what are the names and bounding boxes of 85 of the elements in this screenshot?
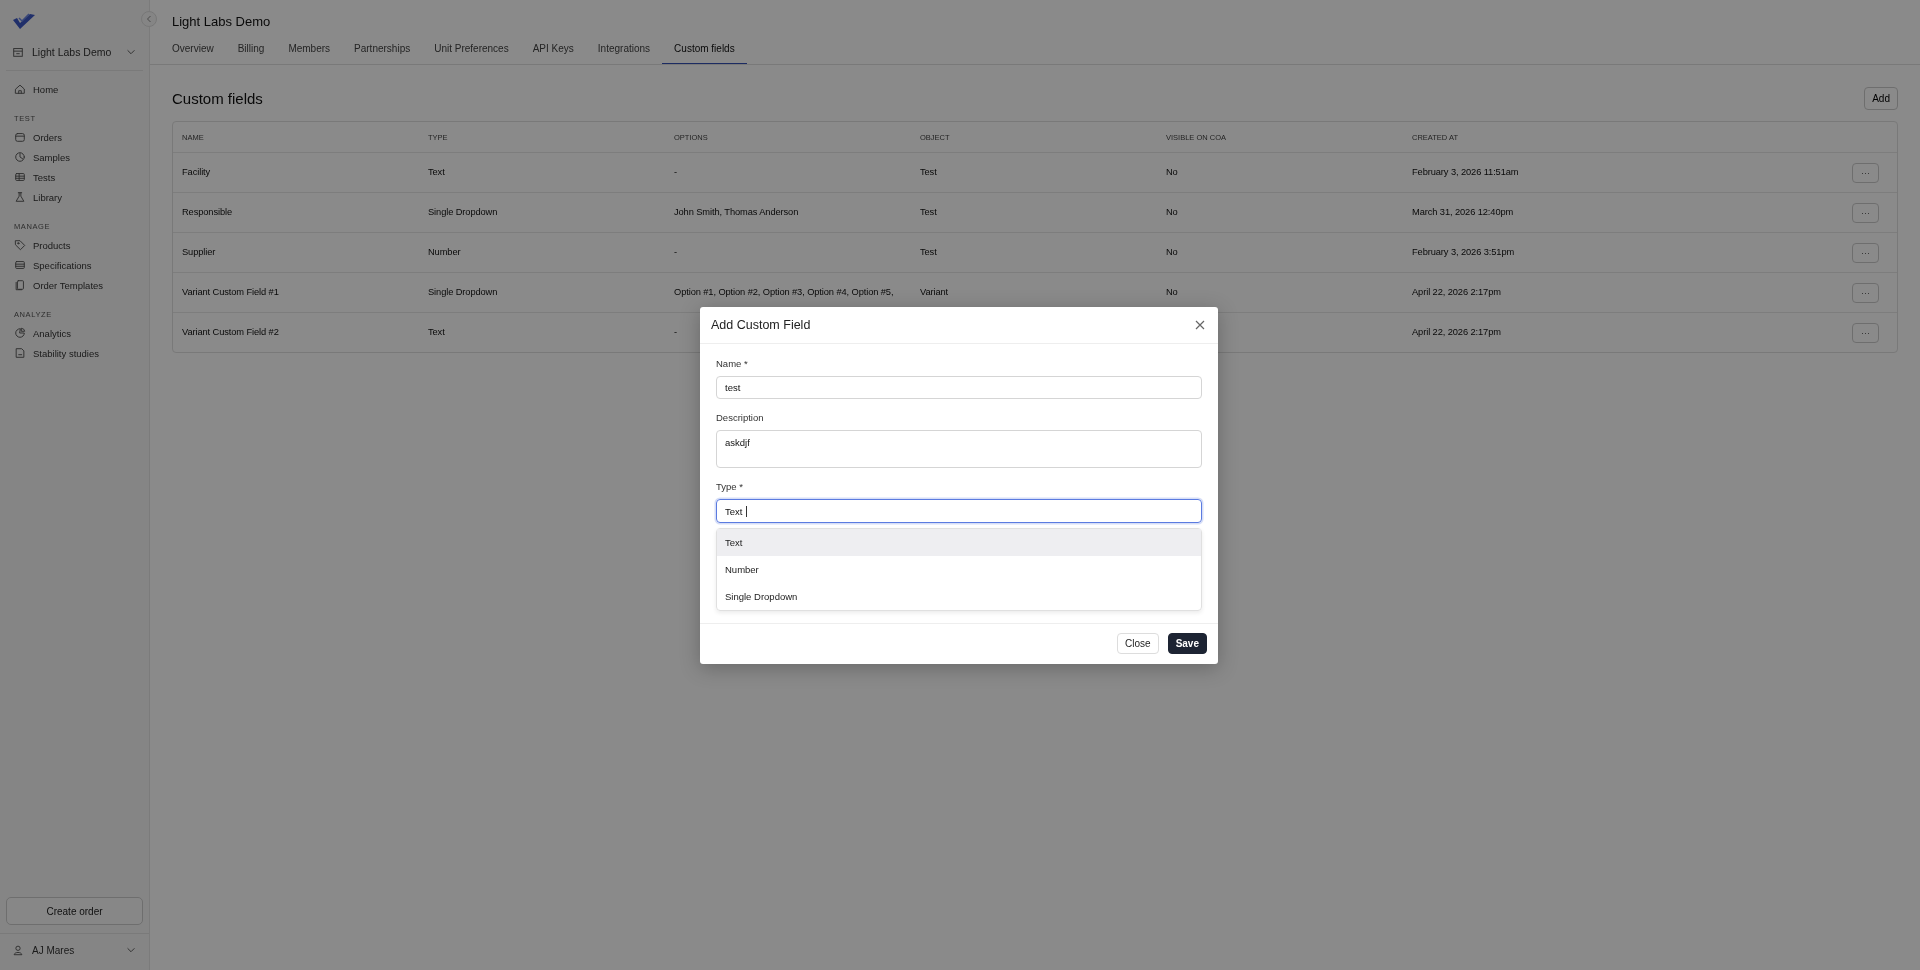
sidebar-item[interactable]: Samples: [6, 147, 143, 167]
more-button[interactable]: ···: [1852, 162, 1879, 183]
table-cell: Single Dropdown: [428, 206, 498, 219]
nav-icon: [14, 151, 26, 163]
nav-icon: [14, 259, 26, 271]
table-cell: Text: [428, 166, 445, 179]
nav-icon: [14, 239, 26, 251]
more-button[interactable]: ···: [1852, 322, 1879, 343]
sidebar-item[interactable]: Tests: [6, 167, 143, 187]
sidebar-item[interactable]: Products: [6, 235, 143, 255]
name-field[interactable]: test: [716, 376, 1202, 399]
table-cell: Single Dropdown: [428, 286, 498, 299]
table-cell: Number: [428, 246, 461, 259]
field-label: Type *: [716, 481, 743, 492]
nav-icon: [14, 131, 26, 143]
chevron-left-icon: [146, 15, 152, 23]
nav-icon: [14, 83, 26, 95]
tab[interactable]: API Keys: [520, 43, 586, 64]
table-cell: Option #1, Option #2, Option #3, Option #4, Option #5,: [674, 286, 894, 299]
more-button[interactable]: ···: [1852, 202, 1879, 223]
dropdown-option[interactable]: Single Dropdown: [717, 583, 1201, 610]
table-cell: No: [1166, 206, 1178, 219]
more-button[interactable]: ···: [1852, 242, 1879, 263]
table-cell: April 22, 2026 2:17pm: [1412, 286, 1501, 299]
description-field[interactable]: askdjf: [716, 430, 1202, 468]
table-cell: John Smith, Thomas Anderson: [674, 206, 799, 219]
sidebar-item[interactable]: Specifications: [6, 255, 143, 275]
dialog-title: Add Custom Field: [711, 318, 811, 332]
table-cell: -: [674, 326, 677, 339]
table-cell: March 31, 2026 12:40pm: [1412, 206, 1514, 219]
nav-icon: [14, 347, 26, 359]
sidebar-item[interactable]: Home: [6, 79, 143, 99]
tab[interactable]: Billing: [225, 43, 277, 64]
add-button[interactable]: Add: [1864, 87, 1898, 110]
dropdown-option[interactable]: Text: [717, 529, 1201, 556]
collapse-button[interactable]: [141, 11, 157, 27]
field-label: Name *: [716, 358, 748, 369]
section-title: Custom fields: [172, 90, 263, 107]
create-order-button[interactable]: Create order: [6, 897, 143, 925]
nav-icon: [14, 279, 26, 291]
sidebar-item[interactable]: Library: [6, 187, 143, 207]
table-cell: No: [1166, 166, 1178, 179]
table-cell: -: [674, 166, 677, 179]
table-cell: Test: [920, 166, 937, 179]
table-cell: Supplier: [182, 246, 216, 259]
logo-icon[interactable]: [11, 12, 37, 32]
table-cell: -: [674, 246, 677, 259]
table-cell: Text: [428, 326, 445, 339]
more-button[interactable]: ···: [1852, 282, 1879, 303]
table-cell: Test: [920, 246, 937, 259]
table-cell: No: [1166, 246, 1178, 259]
nav-icon: [14, 327, 26, 339]
tab[interactable]: Custom fields: [662, 43, 747, 64]
sidebar-item[interactable]: Stability studies: [6, 343, 143, 363]
table-cell: February 3, 2026 3:51pm: [1412, 246, 1515, 259]
close-button[interactable]: [1194, 319, 1206, 331]
field-label: Description: [716, 412, 764, 423]
table-cell: April 22, 2026 2:17pm: [1412, 326, 1501, 339]
sidebar-item[interactable]: Analytics: [6, 323, 143, 343]
page-heading: Light Labs Demo: [172, 14, 271, 29]
save-button[interactable]: Save: [1167, 633, 1207, 654]
close-button[interactable]: Close: [1117, 633, 1159, 654]
user-icon: [12, 944, 24, 956]
dropdown-option[interactable]: Number: [717, 556, 1201, 583]
workspace-name[interactable]: Light Labs Demo: [32, 46, 117, 58]
sidebar-item[interactable]: Orders: [6, 127, 143, 147]
tab[interactable]: Members: [276, 43, 343, 64]
tab[interactable]: Partnerships: [342, 43, 423, 64]
table-cell: Variant Custom Field #1: [182, 286, 279, 299]
sidebar-item[interactable]: Order Templates: [6, 275, 143, 295]
building-icon: [12, 46, 24, 58]
table-cell: Responsible: [182, 206, 233, 219]
nav-icon: [14, 171, 26, 183]
tab[interactable]: Unit Preferences: [422, 43, 521, 64]
table-cell: No: [1166, 286, 1178, 299]
tab[interactable]: Overview: [172, 43, 226, 64]
user-name[interactable]: AJ Mares: [32, 944, 117, 956]
table-cell: Variant: [920, 286, 949, 299]
nav-icon: [14, 191, 26, 203]
tab[interactable]: Integrations: [585, 43, 663, 64]
table-cell: Variant Custom Field #2: [182, 326, 279, 339]
table-cell: February 3, 2026 11:51am: [1412, 166, 1519, 179]
table-cell: Test: [920, 206, 937, 219]
table-cell: Facility: [182, 166, 211, 179]
type-field[interactable]: Text: [716, 499, 1202, 523]
